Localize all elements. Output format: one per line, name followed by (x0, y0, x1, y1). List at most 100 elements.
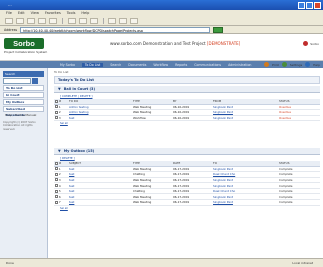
edit-icon[interactable] (130, 18, 138, 24)
breadcrumb: To Do List (54, 70, 69, 74)
row-checkbox[interactable] (55, 189, 58, 193)
select-all-checkbox[interactable] (55, 161, 58, 165)
sidebar-search-button[interactable] (32, 78, 38, 84)
search-icon[interactable] (67, 18, 76, 24)
person-link[interactable]: Singbook Pant (213, 178, 233, 182)
page-title: Today's To Do List (54, 76, 320, 84)
menu-edit[interactable]: Edit (18, 10, 25, 17)
print-page-link[interactable]: Print (272, 63, 279, 67)
address-input[interactable]: http://10.40.40.40/webtl/phpcm/workflow/… (20, 26, 211, 33)
maximize-button[interactable] (306, 1, 313, 9)
minimize-button[interactable] (298, 1, 305, 9)
person-link[interactable]: Rusk Chant Cho (213, 189, 235, 193)
type-cell: Workflow (132, 115, 172, 122)
window-title: ... (8, 2, 12, 7)
back-icon[interactable] (5, 18, 13, 24)
person-link[interactable]: Singbook Pant (213, 195, 233, 199)
item-link[interactable]: Admin testing (69, 110, 89, 114)
person-link[interactable]: Singbook Pant (213, 167, 233, 171)
row-checkbox[interactable] (55, 105, 58, 109)
history-icon[interactable] (89, 18, 98, 24)
section-title[interactable]: ▼ Ball In Court (3) (54, 86, 320, 93)
row-checkbox[interactable] (55, 167, 58, 171)
row-checkbox[interactable] (55, 200, 58, 204)
sidebar-item-subscribed[interactable]: Subscribed Documents (3, 106, 44, 117)
row-checkbox[interactable] (55, 178, 58, 182)
item-link[interactable]: test (69, 178, 74, 182)
table-row[interactable]: 7 test Web Meeting 06-17-2001 Singbook Pant C… (54, 199, 320, 206)
address-label: Address (4, 27, 18, 32)
triangle-down-icon: ▼ (58, 87, 61, 91)
sidebar-item-in-court[interactable]: In Court (3, 92, 44, 98)
browser-window: ... File Edit View Favorites Tools Help … (0, 0, 323, 267)
row-checkbox[interactable] (55, 195, 58, 199)
select-all-checkbox[interactable] (55, 99, 58, 103)
nav-search[interactable]: Search (110, 63, 121, 67)
sidebar-footer: Copyright (c) 2007 Sorbo Collaboration A… (3, 121, 36, 131)
menu-help[interactable]: Help (81, 10, 89, 17)
item-link[interactable]: test (69, 189, 74, 193)
status-bar: Done Local intranet (0, 258, 323, 267)
sidebar-search-input[interactable] (3, 78, 31, 84)
nav-workflow[interactable]: Workflow (153, 63, 168, 67)
site-logo[interactable]: Sorbo Project Collaboration System (4, 38, 47, 56)
nav-to-do-list[interactable]: To Do List (81, 62, 104, 67)
go-button[interactable] (213, 26, 224, 33)
logo-mark: Sorbo (4, 38, 44, 49)
item-link[interactable]: test (69, 184, 74, 188)
row-checkbox[interactable] (55, 110, 58, 114)
menu-view[interactable]: View (31, 10, 39, 17)
sidebar: Search To Do List In Court My Outbox Sub… (0, 68, 48, 258)
person-link[interactable]: Singbook Pant (213, 200, 233, 204)
nav-administration[interactable]: Administration (228, 63, 251, 67)
print-icon[interactable] (119, 18, 127, 24)
settings-icon[interactable] (281, 62, 287, 67)
brand-logo-icon (303, 41, 309, 46)
browser-toolbar (0, 17, 323, 26)
help-link[interactable]: Help (313, 63, 320, 67)
menu-tools[interactable]: Tools (67, 10, 76, 17)
sidebar-help-link[interactable]: Help / Online Manual (3, 113, 44, 119)
settings-link[interactable]: Settings (290, 63, 302, 67)
nav-my-sorbo[interactable]: My Sorbo (60, 63, 75, 67)
close-button[interactable] (314, 1, 321, 9)
select-all-link[interactable]: Sel all (54, 206, 320, 211)
in-court-table: # TO DO TYPE BY FROM STATUS 1 Admin testi… (54, 99, 320, 122)
row-checkbox[interactable] (55, 116, 58, 120)
select-all-link[interactable]: Sel all (54, 121, 320, 126)
item-link[interactable]: test (69, 167, 74, 171)
person-link[interactable]: Singbook Pant (213, 184, 233, 188)
item-link[interactable]: test (69, 195, 74, 199)
favorites-icon[interactable] (78, 18, 87, 24)
item-link[interactable]: test (69, 116, 74, 120)
nav-documents[interactable]: Documents (128, 63, 146, 67)
row-checkbox[interactable] (55, 172, 58, 176)
main-content: Print Settings Help To Do List Today's T… (52, 62, 323, 258)
triangle-down-icon: ▼ (58, 149, 61, 153)
person-link[interactable]: Singbook Pant (213, 110, 233, 114)
refresh-icon[interactable] (38, 18, 46, 24)
nav-communications[interactable]: Communications (194, 63, 221, 67)
home-icon[interactable] (49, 18, 57, 24)
status-cell: Overdue (278, 115, 320, 122)
help-icon[interactable] (305, 62, 311, 67)
sidebar-item-to-do-list[interactable]: To Do List (3, 85, 44, 91)
stop-icon[interactable] (27, 18, 35, 24)
forward-icon[interactable] (16, 18, 24, 24)
menu-favorites[interactable]: Favorites (45, 10, 61, 17)
row-checkbox[interactable] (55, 184, 58, 188)
sidebar-item-my-outbox[interactable]: My Outbox (3, 99, 44, 105)
item-link[interactable]: Admin testing (69, 105, 89, 109)
table-row[interactable]: 3 test Workflow 06-10-2001 Singbook Pant Over… (54, 115, 320, 122)
nav-reports[interactable]: Reports (175, 63, 187, 67)
section-title[interactable]: ▼ My Outbox (15) (54, 148, 320, 155)
print-page-icon[interactable] (263, 62, 269, 67)
person-link[interactable]: Rusk Chant Cho (213, 172, 235, 176)
person-link[interactable]: Singbook Pant (213, 105, 233, 109)
site-header: Sorbo Project Collaboration System www.s… (0, 34, 323, 61)
item-link[interactable]: test (69, 200, 74, 204)
item-link[interactable]: test (69, 172, 74, 176)
mail-icon[interactable] (108, 18, 116, 24)
person-link[interactable]: Singbook Pant (213, 116, 233, 120)
menu-file[interactable]: File (6, 10, 12, 17)
